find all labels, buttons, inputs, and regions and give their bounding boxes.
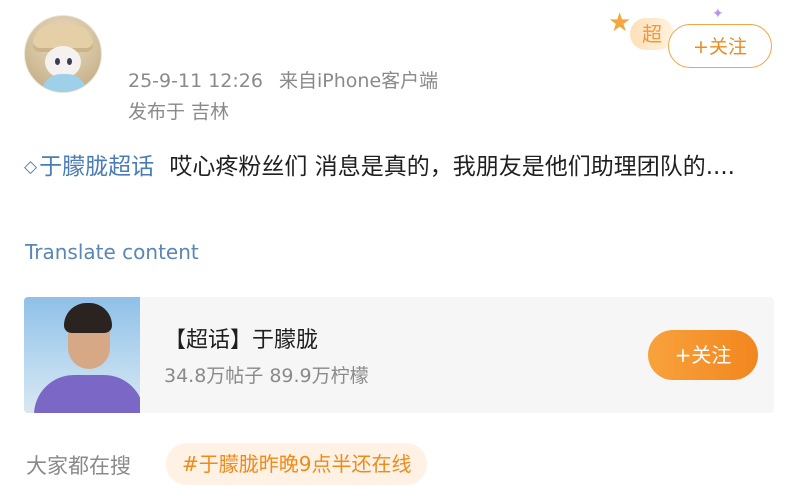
post-content: ◇于朦胧超话 哎心疼粉丝们 消息是真的，我朋友是他们助理团队的.... — [24, 146, 784, 190]
follow-button[interactable]: +关注 — [668, 24, 772, 68]
translate-link[interactable]: Translate content — [25, 240, 199, 264]
user-avatar[interactable] — [24, 15, 102, 93]
trending-search-label: 大家都在搜 — [26, 454, 131, 478]
topic-card[interactable]: 【超话】于朦胧 34.8万帖子 89.9万柠檬 +关注 — [24, 297, 774, 413]
topic-card-title: 【超话】于朦胧 — [164, 328, 319, 353]
avatar-eye-right — [67, 58, 72, 65]
post-source: 来自iPhone客户端 — [279, 70, 439, 92]
post-meta: 25-9-11 12:26 来自iPhone客户端 — [128, 66, 438, 93]
topic-link[interactable]: 于朦胧超话 — [39, 154, 154, 180]
photo-hair — [64, 303, 112, 333]
topic-follow-button[interactable]: +关注 — [648, 330, 758, 380]
star-icon: ★ — [608, 8, 632, 38]
photo-shirt — [34, 375, 140, 413]
topic-card-stats: 34.8万帖子 89.9万柠檬 — [164, 365, 369, 387]
trending-search-chip[interactable]: #于朦胧昨晚9点半还在线 — [166, 443, 428, 485]
post-location: 发布于 吉林 — [128, 101, 230, 123]
avatar-eye-left — [55, 58, 60, 65]
sparkle-icon: ✦ — [712, 6, 724, 22]
post-body-text: 哎心疼粉丝们 消息是真的，我朋友是他们助理团队的.... — [169, 154, 735, 180]
avatar-body — [41, 74, 87, 92]
post-timestamp: 25-9-11 12:26 — [128, 70, 263, 92]
topic-card-photo — [24, 297, 140, 413]
diamond-topic-icon: ◇ — [24, 157, 38, 177]
